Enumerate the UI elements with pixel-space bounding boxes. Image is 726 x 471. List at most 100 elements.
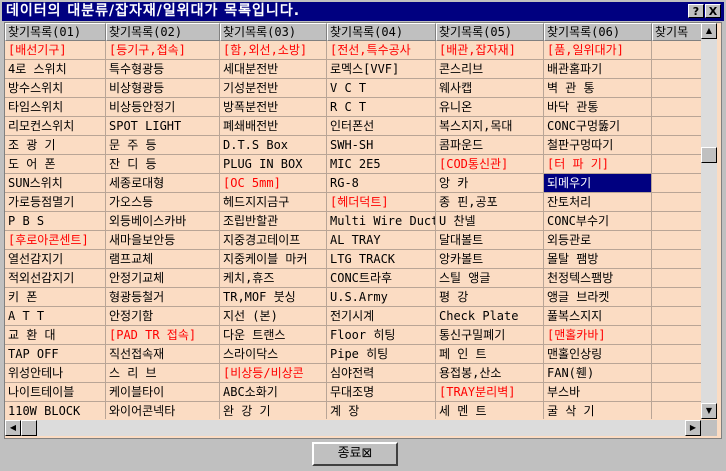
grid-cell[interactable]: [652, 60, 701, 79]
grid-cell[interactable]: CONC부수기: [544, 212, 652, 231]
grid-cell[interactable]: [등기구,접속]: [106, 41, 220, 60]
grid-cell[interactable]: [배선기구]: [5, 41, 106, 60]
grid-cell[interactable]: 문 주 등: [106, 136, 220, 155]
grid-cell[interactable]: 다운 트랜스: [220, 326, 327, 345]
grid-cell[interactable]: 달대볼트: [436, 231, 544, 250]
column-header[interactable]: 찾기목록(01): [5, 23, 106, 41]
grid-cell[interactable]: LTG TRACK: [327, 250, 436, 269]
grid-cell[interactable]: [652, 288, 701, 307]
grid-cell[interactable]: 배관홈파기: [544, 60, 652, 79]
grid-cell[interactable]: [터 파 기]: [544, 155, 652, 174]
grid-cell[interactable]: TR,MOF 붓싱: [220, 288, 327, 307]
grid-cell[interactable]: 인터폰선: [327, 117, 436, 136]
grid-cell[interactable]: 앙 카: [436, 174, 544, 193]
grid-cell[interactable]: [652, 250, 701, 269]
grid-cell[interactable]: PLUG IN BOX: [220, 155, 327, 174]
grid-cell[interactable]: [TRAY분리벽]: [436, 383, 544, 402]
grid-cell[interactable]: 심야전력: [327, 364, 436, 383]
scroll-right-arrow-icon[interactable]: ▶: [685, 420, 701, 436]
grid-cell[interactable]: [652, 79, 701, 98]
grid-cell[interactable]: 타임스위치: [5, 98, 106, 117]
grid-cell[interactable]: 지선 (본): [220, 307, 327, 326]
grid-cell[interactable]: 가로등점멸기: [5, 193, 106, 212]
horizontal-scroll-thumb[interactable]: [21, 420, 37, 436]
column-header[interactable]: 찾기목록(03): [220, 23, 327, 41]
grid-cell[interactable]: TAP OFF: [5, 345, 106, 364]
grid-cell[interactable]: [후로아콘센트]: [5, 231, 106, 250]
grid-cell[interactable]: 방폭분전반: [220, 98, 327, 117]
grid-cell[interactable]: [652, 231, 701, 250]
grid-cell[interactable]: [652, 98, 701, 117]
grid-cell[interactable]: Check Plate: [436, 307, 544, 326]
grid-cell[interactable]: 로멕스[VVF]: [327, 60, 436, 79]
grid-cell[interactable]: CONC트라후: [327, 269, 436, 288]
grid-cell[interactable]: 와이어콘넥타: [106, 402, 220, 419]
grid-cell[interactable]: 외등베이스카바: [106, 212, 220, 231]
grid-cell[interactable]: 굴 삭 기: [544, 402, 652, 419]
grid-cell[interactable]: 콤파운드: [436, 136, 544, 155]
grid-cell[interactable]: FAN(휀): [544, 364, 652, 383]
grid-cell[interactable]: 복스지지,목대: [436, 117, 544, 136]
grid-cell[interactable]: [652, 155, 701, 174]
grid-cell[interactable]: [652, 41, 701, 60]
grid-cell[interactable]: 나이트테이블: [5, 383, 106, 402]
grid-cell[interactable]: 조 광 기: [5, 136, 106, 155]
grid-cell[interactable]: 벽 관 통: [544, 79, 652, 98]
grid-cell[interactable]: 유니온: [436, 98, 544, 117]
grid-cell[interactable]: [헤더덕트]: [327, 193, 436, 212]
grid-cell[interactable]: [652, 193, 701, 212]
grid-cell[interactable]: P B S: [5, 212, 106, 231]
help-button[interactable]: ?: [688, 4, 704, 18]
vertical-scroll-thumb[interactable]: [701, 147, 717, 163]
grid-cell[interactable]: 잔 디 등: [106, 155, 220, 174]
scroll-down-arrow-icon[interactable]: ▼: [701, 403, 717, 419]
grid-cell[interactable]: R C T: [327, 98, 436, 117]
grid-cell[interactable]: U.S.Army: [327, 288, 436, 307]
grid-cell[interactable]: 스틸 앵글: [436, 269, 544, 288]
scroll-up-arrow-icon[interactable]: ▲: [701, 23, 717, 39]
grid-cell[interactable]: 안정기함: [106, 307, 220, 326]
grid-cell[interactable]: 지중케이블 마커: [220, 250, 327, 269]
grid-cell[interactable]: 안정기교체: [106, 269, 220, 288]
column-header[interactable]: 찾기목: [652, 23, 701, 41]
grid-cell[interactable]: SWH-SH: [327, 136, 436, 155]
grid-cell[interactable]: 4로 스위치: [5, 60, 106, 79]
grid-cell[interactable]: SUN스위치: [5, 174, 106, 193]
grid-cell[interactable]: 스 리 브: [106, 364, 220, 383]
close-window-button[interactable]: X: [705, 4, 721, 18]
grid-cell[interactable]: 적외선감지기: [5, 269, 106, 288]
grid-cell[interactable]: RG-8: [327, 174, 436, 193]
grid-cell[interactable]: 방수스위치: [5, 79, 106, 98]
grid-cell[interactable]: 페 인 트: [436, 345, 544, 364]
grid-cell[interactable]: 맨홀인상링: [544, 345, 652, 364]
grid-cell[interactable]: 케이블타이: [106, 383, 220, 402]
grid-cell[interactable]: 키 폰: [5, 288, 106, 307]
grid-cell[interactable]: 110W BLOCK: [5, 402, 106, 419]
column-header[interactable]: 찾기목록(05): [436, 23, 544, 41]
grid-cell[interactable]: [652, 307, 701, 326]
grid-cell[interactable]: 헤드지지금구: [220, 193, 327, 212]
grid-cell[interactable]: 새마을보안등: [106, 231, 220, 250]
grid-cell[interactable]: U 찬넬: [436, 212, 544, 231]
grid-cell[interactable]: 조립반할관: [220, 212, 327, 231]
grid-cell[interactable]: 평 강: [436, 288, 544, 307]
grid-cell[interactable]: 세 멘 트: [436, 402, 544, 419]
grid-cell[interactable]: 폐쇄배전반: [220, 117, 327, 136]
grid-cell[interactable]: [652, 402, 701, 419]
grid-cell[interactable]: [배관,잡자재]: [436, 41, 544, 60]
grid-cell[interactable]: Floor 히팅: [327, 326, 436, 345]
exit-button[interactable]: 종료⊠: [312, 442, 398, 466]
grid-cell[interactable]: [652, 345, 701, 364]
grid-cell[interactable]: 천정텍스팸방: [544, 269, 652, 288]
scroll-left-arrow-icon[interactable]: ◀: [5, 420, 21, 436]
grid-cell[interactable]: 위성안테나: [5, 364, 106, 383]
grid-cell[interactable]: 비상형광등: [106, 79, 220, 98]
grid-cell[interactable]: [품,일위대가]: [544, 41, 652, 60]
grid-cell[interactable]: [COD통신관]: [436, 155, 544, 174]
grid-cell[interactable]: [652, 364, 701, 383]
grid-cell[interactable]: 부스바: [544, 383, 652, 402]
grid-cell[interactable]: 세종로대형: [106, 174, 220, 193]
grid-cell[interactable]: [652, 174, 701, 193]
grid-cell[interactable]: V C T: [327, 79, 436, 98]
grid-cell[interactable]: 웨사캡: [436, 79, 544, 98]
